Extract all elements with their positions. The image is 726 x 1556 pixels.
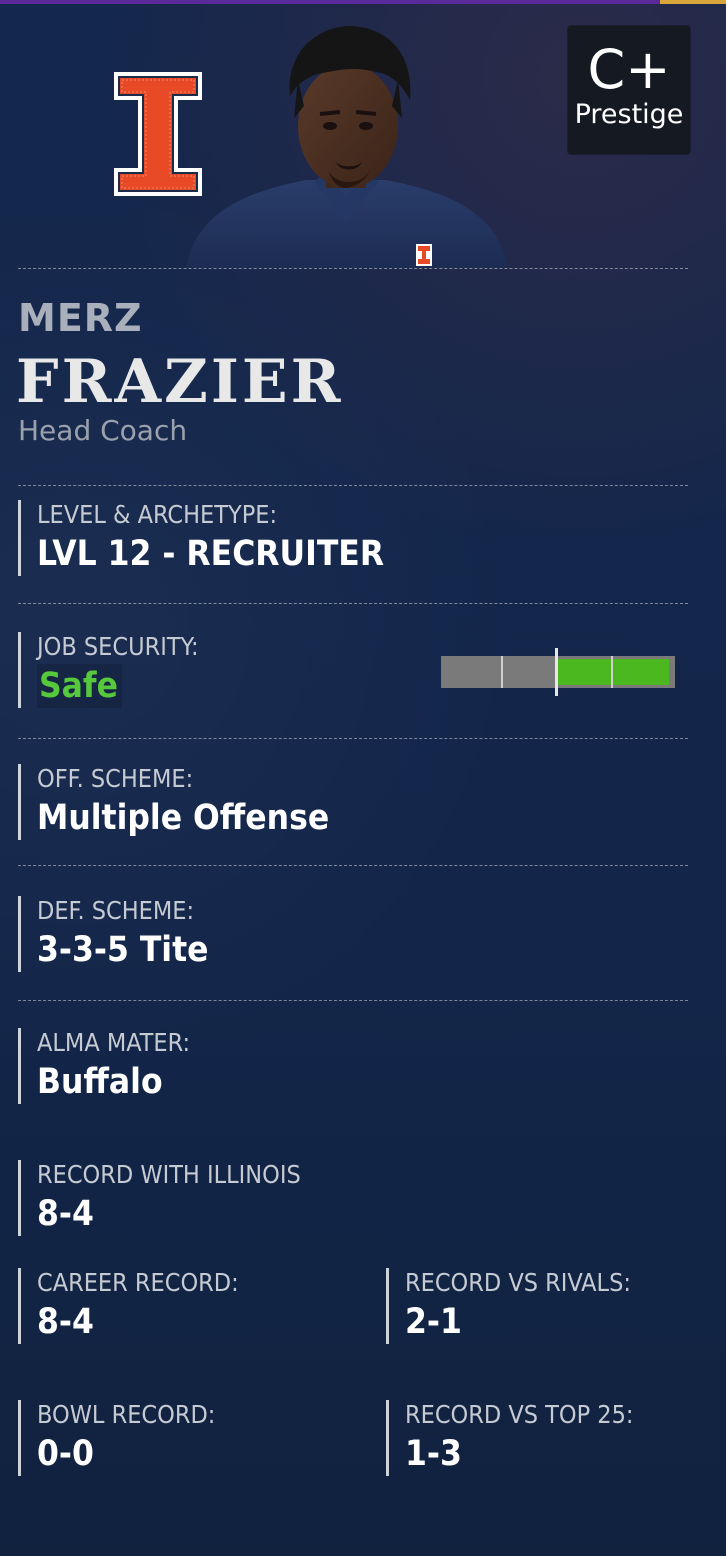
record-school-label: RECORD WITH ILLINOIS [37,1160,301,1189]
divider [18,1000,688,1001]
top-accent-bar-gold [660,0,726,4]
job-security-label: JOB SECURITY: [37,632,199,661]
job-security-meter-tick [501,656,503,688]
top25-record-field: RECORD VS TOP 25: 1-3 [386,1400,633,1476]
coach-portrait [186,26,508,268]
bowl-record-label: BOWL RECORD: [37,1400,216,1429]
divider [18,485,688,486]
alma-mater-label: ALMA MATER: [37,1028,191,1057]
prestige-label: Prestige [574,99,684,130]
prestige-grade: C+ [587,38,671,101]
bowl-record-field: BOWL RECORD: 0-0 [18,1400,215,1476]
record-school-field: RECORD WITH ILLINOIS 8-4 [18,1160,301,1236]
job-security-value: Safe [37,664,122,708]
career-record-label: CAREER RECORD: [37,1268,239,1297]
career-record-field: CAREER RECORD: 8-4 [18,1268,239,1344]
job-security-field: JOB SECURITY: Safe [18,632,199,708]
coach-last-name: FRAZIER [16,347,344,417]
rivals-record-label: RECORD VS RIVALS: [405,1268,631,1297]
job-security-meter-marker [555,648,558,696]
top25-record-value: 1-3 [405,1434,462,1474]
bowl-record-value: 0-0 [37,1434,94,1474]
alma-mater-value: Buffalo [37,1062,163,1102]
coach-role: Head Coach [18,414,188,447]
divider [18,738,688,739]
def-scheme-field: DEF. SCHEME: 3-3-5 Tite [18,896,209,972]
top-accent-bar [0,0,726,4]
coach-first-name: MERZ [18,296,143,340]
career-record-value: 8-4 [37,1302,94,1342]
job-security-meter-tick [611,656,613,688]
divider [18,268,688,269]
divider [18,865,688,866]
level-archetype-field: LEVEL & ARCHETYPE: LVL 12 - RECRUITER [18,500,384,576]
rivals-record-value: 2-1 [405,1302,462,1342]
off-scheme-value: Multiple Offense [37,798,330,838]
job-security-meter-fill [558,659,669,685]
job-security-meter [441,648,675,696]
record-school-value: 8-4 [37,1194,94,1234]
level-archetype-value: LVL 12 - RECRUITER [37,534,385,574]
divider [18,603,688,604]
off-scheme-label: OFF. SCHEME: [37,764,194,793]
level-archetype-label: LEVEL & ARCHETYPE: [37,500,278,529]
top25-record-label: RECORD VS TOP 25: [405,1400,634,1429]
prestige-badge: C+ Prestige [568,26,690,154]
rivals-record-field: RECORD VS RIVALS: 2-1 [386,1268,631,1344]
def-scheme-label: DEF. SCHEME: [37,896,195,925]
def-scheme-value: 3-3-5 Tite [37,930,209,970]
off-scheme-field: OFF. SCHEME: Multiple Offense [18,764,329,840]
alma-mater-field: ALMA MATER: Buffalo [18,1028,190,1104]
